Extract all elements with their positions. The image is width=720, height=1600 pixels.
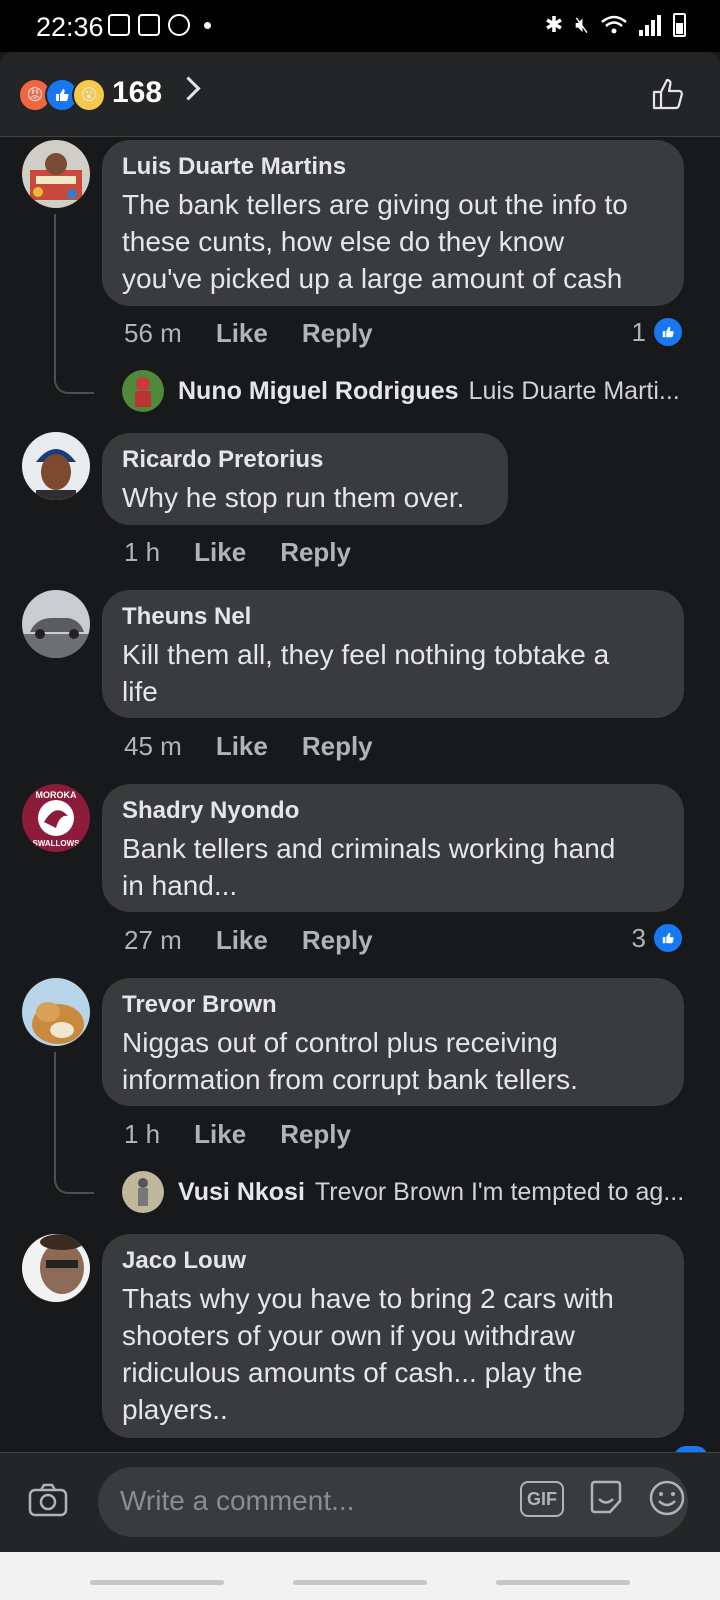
- wow-reaction-icon: 😮: [72, 78, 106, 112]
- comment-bubble[interactable]: Ricardo Pretorius Why he stop run them o…: [102, 433, 508, 525]
- battery-icon: [673, 13, 686, 37]
- comment-text: Bank tellers and criminals working hand …: [122, 833, 616, 901]
- like-count: 3: [631, 922, 646, 953]
- notification-icons: [108, 14, 211, 36]
- reply-button[interactable]: Reply: [302, 318, 373, 349]
- avatar[interactable]: [22, 590, 90, 658]
- status-bar: 22:36 ✱ 🔇︎: [0, 0, 720, 52]
- comment-author[interactable]: Trevor Brown: [122, 990, 664, 1020]
- comment-meta: 27 m Like Reply: [124, 925, 373, 956]
- like-icon[interactable]: [650, 76, 686, 112]
- comment-time: 1 h: [124, 537, 161, 567]
- signal-icon: [639, 14, 661, 36]
- comment-bubble[interactable]: Theuns Nel Kill them all, they feel noth…: [102, 590, 684, 718]
- wifi-icon: [601, 15, 627, 34]
- emoji-icon[interactable]: [648, 1479, 686, 1517]
- reply-button[interactable]: Reply: [280, 1119, 351, 1150]
- comment-author[interactable]: Shadry Nyondo: [122, 796, 664, 826]
- reply-author: Nuno Miguel Rodrigues: [178, 376, 459, 405]
- reaction-count[interactable]: 168: [112, 76, 162, 110]
- nav-recents[interactable]: [90, 1580, 224, 1585]
- reply-preview[interactable]: Vusi Nkosi Trevor Brown I'm tempted to a…: [122, 1171, 684, 1213]
- like-count-badge[interactable]: 1: [632, 316, 684, 348]
- reply-preview[interactable]: Nuno Miguel Rodrigues Luis Duarte Marti.…: [122, 370, 680, 412]
- nav-back[interactable]: [496, 1580, 630, 1585]
- like-count: 1: [631, 316, 646, 347]
- avatar-text-bottom: SWALLOWS: [32, 839, 80, 848]
- reply-button[interactable]: Reply: [280, 537, 351, 568]
- avatar[interactable]: MOROKA SWALLOWS: [22, 784, 90, 852]
- system-icons: ✱ 🔇︎: [545, 12, 686, 38]
- comment-author[interactable]: Ricardo Pretorius: [122, 445, 488, 475]
- messenger-icon: [168, 14, 190, 36]
- comment-text: Kill them all, they feel nothing tobtake…: [122, 639, 610, 707]
- like-button[interactable]: Like: [216, 318, 268, 349]
- comment-author[interactable]: Jaco Louw: [122, 1246, 664, 1276]
- gif-icon[interactable]: GIF: [520, 1481, 564, 1517]
- comment-placeholder: Write a comment...: [120, 1485, 355, 1516]
- comment-bubble[interactable]: Shadry Nyondo Bank tellers and criminals…: [102, 784, 684, 912]
- comment-meta: 56 m Like Reply: [124, 318, 373, 349]
- like-reaction-icon: [652, 316, 684, 348]
- reactions-header: 😡 😮 168: [0, 52, 720, 137]
- avatar[interactable]: [22, 1234, 90, 1302]
- comment-text: Why he stop run them over.: [122, 482, 465, 513]
- thread-line: [54, 1052, 94, 1194]
- like-count-badge[interactable]: 3: [632, 922, 684, 954]
- reply-snippet: Trevor Brown I'm tempted to ag...: [314, 1177, 685, 1206]
- image-icon: [108, 14, 130, 36]
- avatar[interactable]: [22, 978, 90, 1046]
- comment-bubble[interactable]: Trevor Brown Niggas out of control plus …: [102, 978, 684, 1106]
- chevron-right-icon[interactable]: [176, 76, 201, 101]
- comment-bubble[interactable]: Jaco Louw Thats why you have to bring 2 …: [102, 1234, 684, 1438]
- comment-meta: 45 m Like Reply: [124, 731, 373, 762]
- comment-author[interactable]: Theuns Nel: [122, 602, 664, 632]
- bluetooth-icon: ✱: [544, 12, 564, 37]
- comment-time: 1 h: [124, 1119, 161, 1149]
- comment-text: The bank tellers are giving out the info…: [122, 189, 628, 294]
- avatar[interactable]: [22, 432, 90, 500]
- reaction-icons[interactable]: 😡 😮: [18, 78, 106, 112]
- like-button[interactable]: Like: [194, 1119, 246, 1150]
- comment-text: Niggas out of control plus receiving inf…: [122, 1027, 578, 1095]
- comment-author[interactable]: Luis Duarte Martins: [122, 152, 664, 182]
- mute-icon: 🔇︎: [575, 12, 589, 37]
- like-button[interactable]: Like: [216, 925, 268, 956]
- comment-time: 27 m: [124, 925, 182, 955]
- reply-author: Vusi Nkosi: [178, 1177, 305, 1206]
- nav-home[interactable]: [293, 1580, 427, 1585]
- thread-line: [54, 214, 94, 394]
- comment-meta: 1 h Like Reply: [124, 1119, 351, 1150]
- camera-icon[interactable]: [28, 1483, 68, 1517]
- parking-icon: [138, 14, 160, 36]
- avatar[interactable]: [22, 140, 90, 208]
- reply-avatar: [122, 370, 164, 412]
- comment-time: 45 m: [124, 731, 182, 761]
- comment-time: 56 m: [124, 318, 182, 348]
- sticker-icon[interactable]: [588, 1479, 624, 1515]
- reply-button[interactable]: Reply: [302, 731, 373, 762]
- like-button[interactable]: Like: [216, 731, 268, 762]
- reply-snippet: Luis Duarte Marti...: [468, 376, 680, 405]
- comment-meta: 1 h Like Reply: [124, 537, 351, 568]
- more-notifications-dot: [204, 21, 211, 29]
- status-time: 22:36: [36, 12, 104, 42]
- system-nav-bar: [0, 1552, 720, 1600]
- comment-bubble[interactable]: Luis Duarte Martins The bank tellers are…: [102, 140, 684, 306]
- avatar-text-top: MOROKA: [36, 790, 77, 800]
- reply-button[interactable]: Reply: [302, 925, 373, 956]
- like-button[interactable]: Like: [194, 537, 246, 568]
- comment-text: Thats why you have to bring 2 cars with …: [122, 1283, 614, 1425]
- reply-avatar: [122, 1171, 164, 1213]
- comment-composer: Write a comment... GIF: [0, 1452, 720, 1553]
- like-reaction-icon: [652, 922, 684, 954]
